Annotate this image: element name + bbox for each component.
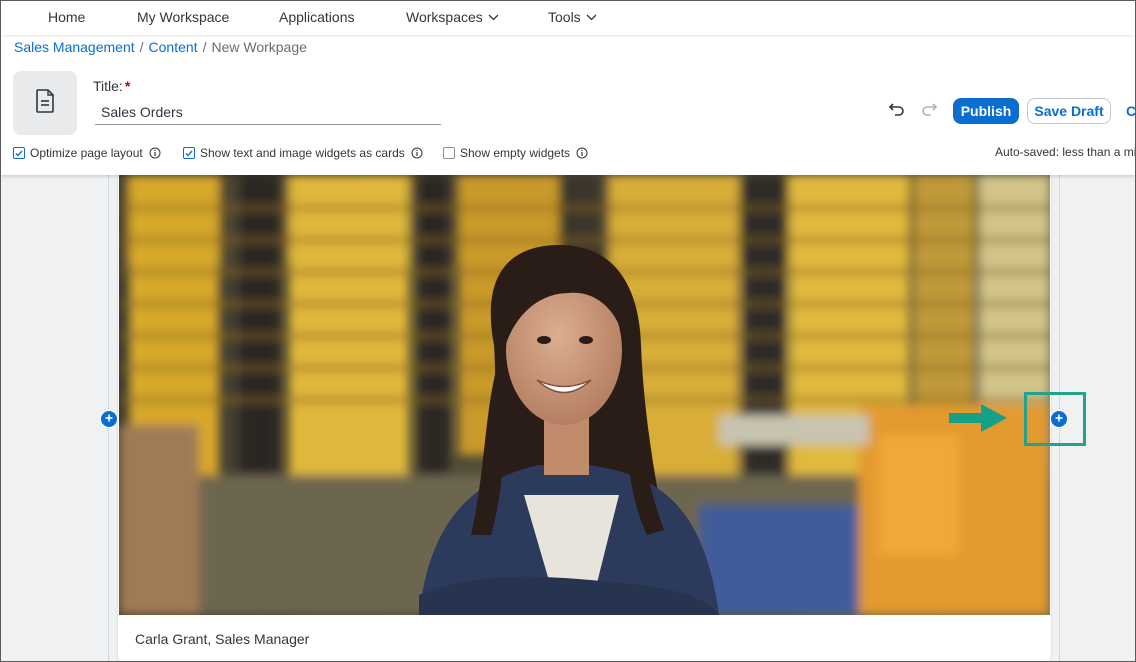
option-empty-widgets: Show empty widgets <box>443 145 588 161</box>
plus-icon <box>104 410 114 428</box>
breadcrumb-separator: / <box>139 39 144 55</box>
breadcrumb-link-sales-management[interactable]: Sales Management <box>14 39 135 55</box>
title-label-text: Title: <box>93 78 123 94</box>
nav-home-label: Home <box>48 9 86 25</box>
document-icon <box>34 88 56 119</box>
empty-widgets-checkbox[interactable] <box>443 147 455 159</box>
empty-widgets-label: Show empty widgets <box>460 146 571 160</box>
photo-illustration <box>119 175 1050 615</box>
image-widget-card[interactable]: Carla Grant, Sales Manager <box>118 175 1051 661</box>
undo-button[interactable] <box>886 100 908 122</box>
widget-image <box>119 175 1050 615</box>
nav-my-workspace-label: My Workspace <box>137 9 230 25</box>
overflow-button[interactable]: C <box>1126 98 1135 124</box>
breadcrumb-link-content[interactable]: Content <box>149 39 198 55</box>
page-header: Sales Management / Content / New Workpage Ti… <box>1 35 1135 175</box>
nav-home[interactable]: Home <box>48 1 85 35</box>
nav-applications-label: Applications <box>279 9 355 25</box>
option-widgets-as-cards: Show text and image widgets as cards <box>183 145 423 161</box>
breadcrumb-current: New Workpage <box>211 39 307 55</box>
breadcrumb-separator: / <box>202 39 207 55</box>
widgets-as-cards-label: Show text and image widgets as cards <box>200 146 405 160</box>
breadcrumb: Sales Management / Content / New Workpage <box>14 39 307 55</box>
add-widget-left-button[interactable] <box>100 410 118 428</box>
widgets-as-cards-checkbox[interactable] <box>183 147 195 159</box>
chevron-down-icon <box>488 1 499 33</box>
arrow-right-icon <box>947 402 1009 439</box>
widget-caption: Carla Grant, Sales Manager <box>135 631 310 647</box>
nav-tools[interactable]: Tools <box>548 1 597 35</box>
nav-applications[interactable]: Applications <box>279 1 355 35</box>
nav-tools-label: Tools <box>548 9 581 25</box>
title-input[interactable]: Sales Orders <box>95 99 441 125</box>
info-icon[interactable] <box>411 147 423 159</box>
title-label: Title: * <box>93 78 130 94</box>
page-icon-tile <box>13 71 77 135</box>
required-marker: * <box>124 78 131 94</box>
highlight-box <box>1024 392 1086 446</box>
info-icon[interactable] <box>576 147 588 159</box>
app-window: Home My Workspace Applications Workspace… <box>0 0 1136 662</box>
top-navigation: Home My Workspace Applications Workspace… <box>1 1 1135 35</box>
publish-button[interactable]: Publish <box>953 98 1019 124</box>
option-optimize-layout: Optimize page layout <box>13 145 161 161</box>
autosave-status: Auto-saved: less than a mi <box>995 145 1136 159</box>
optimize-layout-label: Optimize page layout <box>30 146 143 160</box>
nav-workspaces[interactable]: Workspaces <box>406 1 499 35</box>
chevron-down-icon <box>586 1 597 33</box>
redo-button[interactable] <box>918 100 940 122</box>
undo-icon <box>888 101 906 122</box>
optimize-layout-checkbox[interactable] <box>13 147 25 159</box>
nav-workspaces-label: Workspaces <box>406 9 483 25</box>
nav-my-workspace[interactable]: My Workspace <box>137 1 229 35</box>
info-icon[interactable] <box>149 147 161 159</box>
redo-icon <box>920 101 938 122</box>
save-draft-button[interactable]: Save Draft <box>1027 98 1111 124</box>
